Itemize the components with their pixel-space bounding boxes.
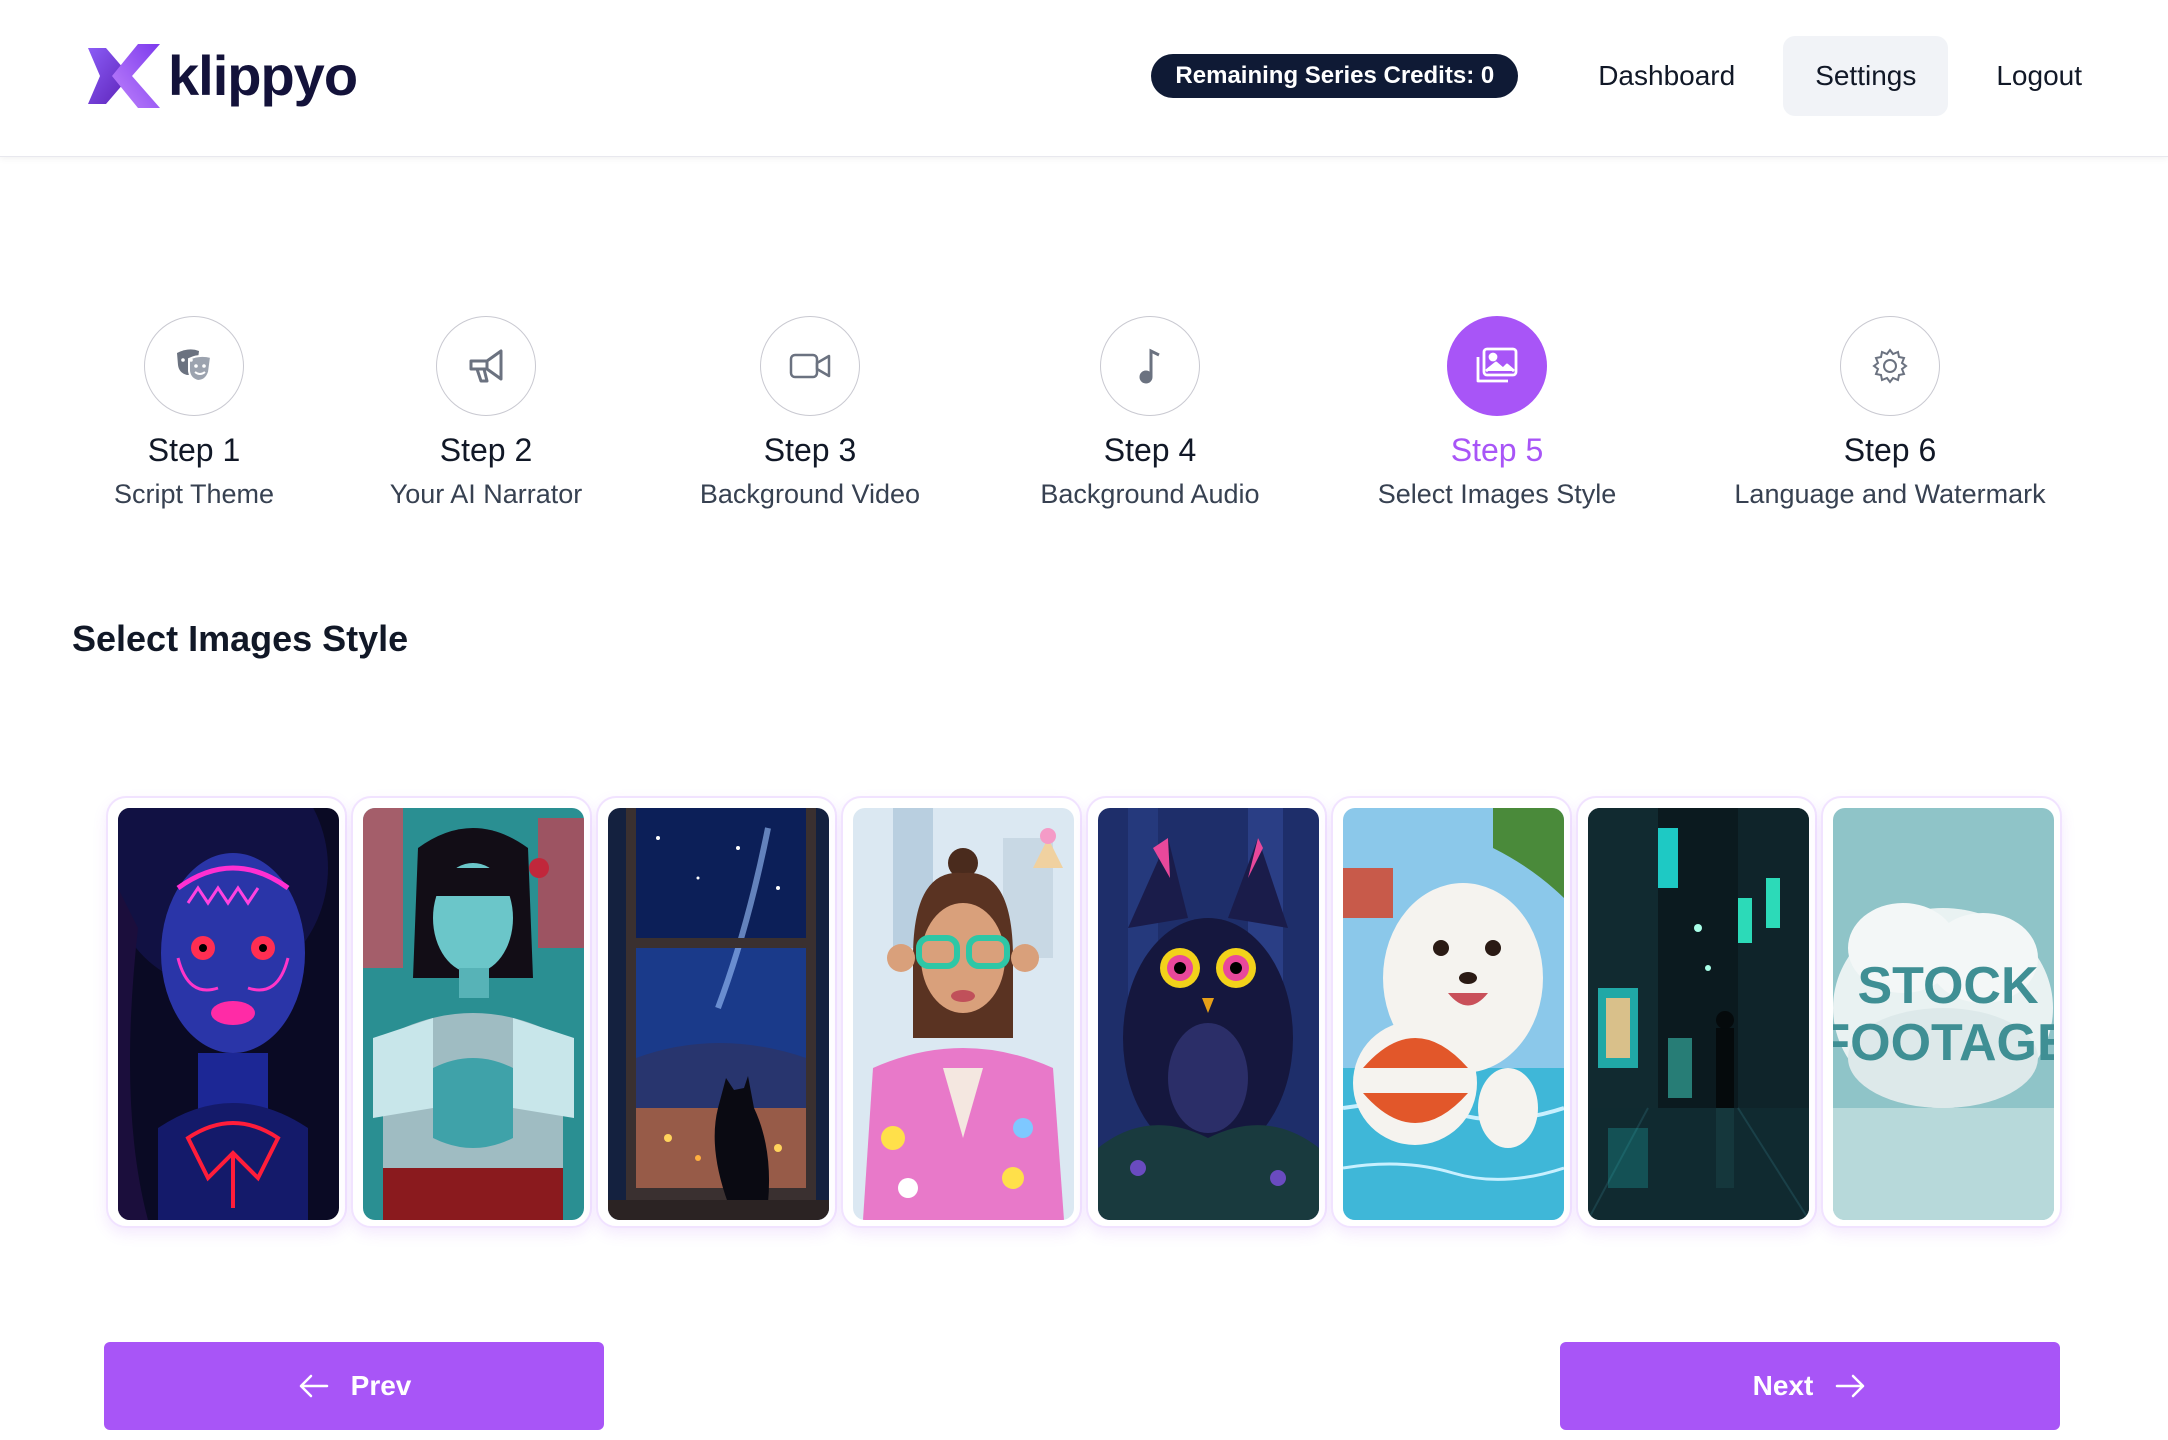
style-image-cat-window — [608, 808, 829, 1220]
app-logo[interactable]: klippyo — [86, 42, 358, 110]
top-nav: Remaining Series Credits: 0 Dashboard Se… — [1151, 36, 2114, 116]
music-note-icon — [1139, 348, 1160, 384]
megaphone-icon — [469, 349, 503, 383]
prev-button[interactable]: Prev — [104, 1342, 604, 1430]
step-4-circle — [1100, 316, 1200, 416]
nav-settings[interactable]: Settings — [1783, 36, 1949, 116]
section-title: Select Images Style — [72, 618, 409, 659]
next-button[interactable]: Next — [1560, 1342, 2060, 1430]
nav-logout[interactable]: Logout — [1964, 36, 2114, 116]
top-header: klippyo Remaining Series Credits: 0 Dash… — [0, 0, 2168, 157]
style-image-pop-girl — [853, 808, 1074, 1220]
style-card-stock-footage[interactable]: STOCK FOOTAGE — [1821, 796, 2062, 1228]
credits-badge: Remaining Series Credits: 0 — [1151, 54, 1519, 98]
step-6-circle — [1840, 316, 1940, 416]
step-5-number: Step 5 — [1450, 432, 1544, 468]
step-1-circle — [144, 316, 244, 416]
theater-masks-icon — [177, 349, 213, 383]
step-3[interactable]: Step 3 Background Video — [650, 316, 970, 512]
step-6-number: Step 6 — [1843, 432, 1937, 468]
step-6[interactable]: Step 6 Language and Watermark — [1730, 316, 2050, 512]
step-6-label: Language and Watermark — [1734, 479, 2046, 509]
style-image-cyber-warrior — [363, 808, 584, 1220]
klippyo-logo-icon — [88, 44, 160, 108]
style-card-cinematic[interactable] — [1576, 796, 1817, 1228]
step-1-number: Step 1 — [147, 432, 241, 468]
step-1[interactable]: Step 1 Script Theme — [34, 316, 354, 512]
nav-dashboard[interactable]: Dashboard — [1566, 36, 1767, 116]
prev-button-label: Prev — [350, 1370, 412, 1401]
style-image-stock-footage: STOCK FOOTAGE — [1833, 808, 2054, 1220]
style-card-anime-night[interactable] — [596, 796, 837, 1228]
style-card-cute-3d[interactable] — [1331, 796, 1572, 1228]
style-image-seal-pup — [1343, 808, 1564, 1220]
step-1-label: Script Theme — [113, 479, 275, 509]
arrow-right-icon — [1836, 1374, 1865, 1398]
step-2-circle — [436, 316, 536, 416]
next-button-label: Next — [1752, 1370, 1814, 1401]
step-3-number: Step 3 — [763, 432, 857, 468]
gear-icon — [1872, 348, 1908, 384]
style-card-neon[interactable] — [106, 796, 347, 1228]
style-card-3d-creature[interactable] — [1086, 796, 1327, 1228]
stock-text-line2: FOOTAGE — [1833, 1014, 2054, 1072]
style-image-owl-creature — [1098, 808, 1319, 1220]
style-card-pop-art[interactable] — [841, 796, 1082, 1228]
step-4-number: Step 4 — [1103, 432, 1197, 468]
step-2[interactable]: Step 2 Your AI Narrator — [326, 316, 646, 512]
step-3-label: Background Video — [699, 479, 921, 509]
image-style-list: STOCK FOOTAGE — [106, 796, 2066, 1228]
step-4[interactable]: Step 4 Background Audio — [990, 316, 1310, 512]
step-5-label: Select Images Style — [1377, 479, 1617, 509]
step-5[interactable]: Step 5 Select Images Style — [1337, 316, 1657, 512]
style-image-neon-face — [118, 808, 339, 1220]
stock-text-line1: STOCK — [1857, 957, 2039, 1015]
video-camera-icon — [789, 353, 831, 379]
step-4-label: Background Audio — [1040, 479, 1260, 509]
style-card-cyberpunk[interactable] — [351, 796, 592, 1228]
step-2-number: Step 2 — [439, 432, 533, 468]
step-2-label: Your AI Narrator — [389, 479, 583, 509]
arrow-left-icon — [299, 1374, 328, 1398]
style-image-neon-street — [1588, 808, 1809, 1220]
images-icon — [1476, 347, 1518, 383]
app-name: klippyo — [168, 44, 358, 107]
step-5-circle — [1447, 316, 1547, 416]
step-3-circle — [760, 316, 860, 416]
